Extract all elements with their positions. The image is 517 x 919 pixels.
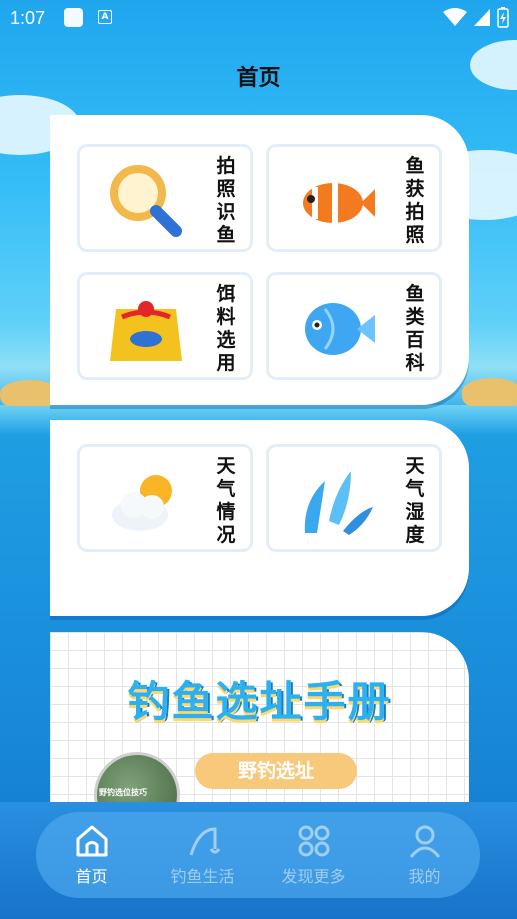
tile-catch-photo[interactable]: 鱼 获 拍 照 xyxy=(266,144,442,252)
wifi-icon xyxy=(443,8,467,26)
handbook-card[interactable]: 钓鱼选址手册 野钓选位技巧 野钓选址 xyxy=(50,632,469,812)
bluefish-icon xyxy=(305,303,375,355)
tile-label-char: 饵 xyxy=(216,283,236,305)
fishing-rod-icon xyxy=(189,827,220,856)
handbook-title: 钓鱼选址手册 xyxy=(127,677,392,726)
tile-weather[interactable]: 天 气 情 况 xyxy=(77,444,253,552)
tile-label-char: 度 xyxy=(405,524,425,546)
nav-label: 发现更多 xyxy=(281,867,346,886)
tile-fish-encyclopedia[interactable]: 鱼 类 百 科 xyxy=(266,272,442,380)
a-notification-icon: A xyxy=(98,10,112,24)
nav-label: 钓鱼生活 xyxy=(170,867,235,886)
tile-label-char: 湿 xyxy=(405,501,425,523)
status-bar: 1:07 A xyxy=(0,0,517,36)
grid-icon xyxy=(298,825,329,857)
tile-label-char: 拍 xyxy=(405,201,425,223)
feature-card-weather: 天 气 情 况 天 气 湿 度 xyxy=(50,420,469,616)
magnifier-icon xyxy=(110,165,182,237)
nav-mine[interactable]: 我的 xyxy=(369,812,480,898)
tile-identify-fish[interactable]: 拍 照 识 鱼 xyxy=(77,144,253,252)
tile-label-char: 鱼 xyxy=(405,283,425,305)
nav-label: 首页 xyxy=(75,867,108,886)
tile-label-char: 百 xyxy=(405,329,425,351)
home-icon xyxy=(76,825,107,857)
app-notification-icon xyxy=(64,8,83,27)
tile-label-char: 鱼 xyxy=(405,155,425,177)
tile-label-char: 获 xyxy=(405,178,425,200)
clownfish-icon xyxy=(303,183,375,223)
bait-bag-icon xyxy=(110,301,182,361)
bottom-nav: 首页 钓鱼生活 发现更多 我的 xyxy=(36,812,480,898)
tile-label-char: 类 xyxy=(405,306,425,328)
tile-label-char: 况 xyxy=(216,524,236,546)
tile-label-char: 天 xyxy=(405,455,425,477)
feature-card-main: 拍 照 识 鱼 鱼 获 拍 照 饵 料 选 用 鱼 类 百 科 xyxy=(50,115,469,405)
tile-label-char: 气 xyxy=(405,478,425,500)
nav-discover[interactable]: 发现更多 xyxy=(258,812,369,898)
signal-icon xyxy=(474,9,490,26)
tile-label-char: 照 xyxy=(405,224,425,246)
nav-label: 我的 xyxy=(408,867,441,886)
sun-cloud-icon xyxy=(112,475,172,531)
tile-label-char: 拍 xyxy=(216,155,236,177)
user-icon xyxy=(409,825,440,858)
tile-label-char: 气 xyxy=(216,478,236,500)
tile-label-char: 选 xyxy=(216,329,236,351)
tile-humidity[interactable]: 天 气 湿 度 xyxy=(266,444,442,552)
battery-icon xyxy=(497,7,509,28)
tile-label-char: 照 xyxy=(216,178,236,200)
nav-fishing-life[interactable]: 钓鱼生活 xyxy=(147,812,258,898)
tile-label-char: 天 xyxy=(216,455,236,477)
tile-label-char: 用 xyxy=(216,352,236,374)
tile-bait-selection[interactable]: 饵 料 选 用 xyxy=(77,272,253,380)
tile-label-char: 料 xyxy=(216,306,236,328)
water-splash-icon xyxy=(304,471,373,535)
page-title: 首页 xyxy=(236,66,281,91)
wild-fishing-site-button[interactable]: 野钓选址 xyxy=(195,753,357,789)
tile-label-char: 识 xyxy=(216,201,236,223)
tile-label-char: 科 xyxy=(405,352,425,374)
tile-label-char: 鱼 xyxy=(216,224,236,246)
nav-home[interactable]: 首页 xyxy=(36,812,147,898)
status-time: 1:07 xyxy=(10,8,46,28)
tile-label-char: 情 xyxy=(216,501,236,523)
map-thumbnail-caption: 野钓选位技巧 xyxy=(99,788,147,797)
